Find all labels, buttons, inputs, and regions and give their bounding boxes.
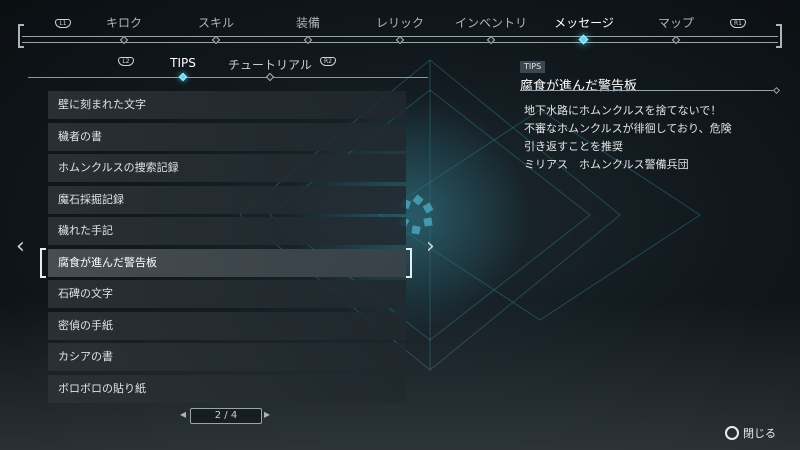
tab-message[interactable]: メッセージ: [554, 14, 614, 31]
chevron-left-icon[interactable]: ‹: [16, 234, 25, 259]
detail-line: 不審なホムンクルスが徘徊しており、危険: [524, 122, 732, 135]
tab-inventory[interactable]: インベントリ: [455, 14, 527, 31]
page-indicator: 2 / 4: [190, 408, 262, 424]
r1-button-icon[interactable]: R1: [730, 19, 746, 28]
list-item[interactable]: カシアの書: [48, 343, 406, 371]
detail-body: 地下水路にホムンクルスを捨てないで！ 不審なホムンクルスが徘徊しており、危険 引…: [524, 102, 774, 174]
main-menu-nav: L1 R1 キロク スキル 装備 レリック インベントリ メッセージ マップ: [0, 0, 800, 52]
list-item-selected[interactable]: 腐食が進んだ警告板: [48, 248, 406, 277]
list-item[interactable]: 石碑の文字: [48, 280, 406, 308]
list-item[interactable]: 魔石採掘記録: [48, 185, 406, 214]
close-label: 閉じる: [743, 427, 776, 440]
detail-line: 引き返すことを推奨: [524, 140, 623, 153]
detail-line: 地下水路にホムンクルスを捨てないで！: [524, 104, 722, 117]
r2-button-icon[interactable]: R2: [320, 57, 336, 66]
sub-tab-line: [28, 77, 428, 78]
message-sub-tabs: L2 TIPS チュートリアル R2: [28, 52, 428, 82]
tab-tips[interactable]: TIPS: [170, 56, 196, 70]
tab-tutorial-marker: [265, 72, 275, 82]
pager-next-icon[interactable]: ▸: [264, 407, 270, 421]
detail-divider: [520, 90, 776, 91]
list-item[interactable]: 密偵の手紙: [48, 311, 406, 340]
tab-kiroku[interactable]: キロク: [106, 14, 142, 31]
selection-bracket-left: [40, 248, 46, 278]
detail-category-tag: TIPS: [520, 61, 546, 73]
list-item[interactable]: ホムンクルスの捜索記録: [48, 154, 406, 182]
pager-prev-icon[interactable]: ◂: [180, 407, 186, 421]
message-list: 壁に刻まれた文字 穢者の書 ホムンクルスの捜索記録 魔石採掘記録 穢れた手記 腐…: [48, 91, 406, 406]
circle-button-icon: [725, 426, 739, 440]
selection-bracket-right: [406, 248, 412, 278]
tab-tutorial[interactable]: チュートリアル: [228, 56, 312, 73]
detail-title: 腐食が進んだ警告板: [520, 79, 638, 94]
list-item[interactable]: 壁に刻まれた文字: [48, 91, 406, 119]
list-item[interactable]: 穢れた手記: [48, 217, 406, 245]
list-pager: ◂ 2 / 4 ▸: [178, 406, 274, 426]
tab-equipment[interactable]: 装備: [296, 14, 320, 31]
l2-button-icon[interactable]: L2: [118, 57, 134, 66]
chevron-right-icon[interactable]: ›: [426, 234, 435, 259]
tab-map[interactable]: マップ: [658, 14, 694, 31]
tab-skill[interactable]: スキル: [198, 14, 234, 31]
list-item[interactable]: ボロボロの貼り紙: [48, 374, 406, 403]
tab-tips-marker: [178, 72, 188, 82]
close-button[interactable]: 閉じる: [725, 424, 776, 442]
game-menu-screen: L1 R1 キロク スキル 装備 レリック インベントリ メッセージ マップ L…: [0, 0, 800, 450]
l1-button-icon[interactable]: L1: [55, 19, 71, 28]
detail-line: ミリアス ホムンクルス警備兵団: [524, 158, 689, 171]
message-detail-panel: TIPS 腐食が進んだ警告板 地下水路にホムンクルスを捨てないで！ 不審なホムン…: [520, 54, 781, 171]
tab-relic[interactable]: レリック: [376, 14, 424, 31]
list-item[interactable]: 穢者の書: [48, 122, 406, 151]
